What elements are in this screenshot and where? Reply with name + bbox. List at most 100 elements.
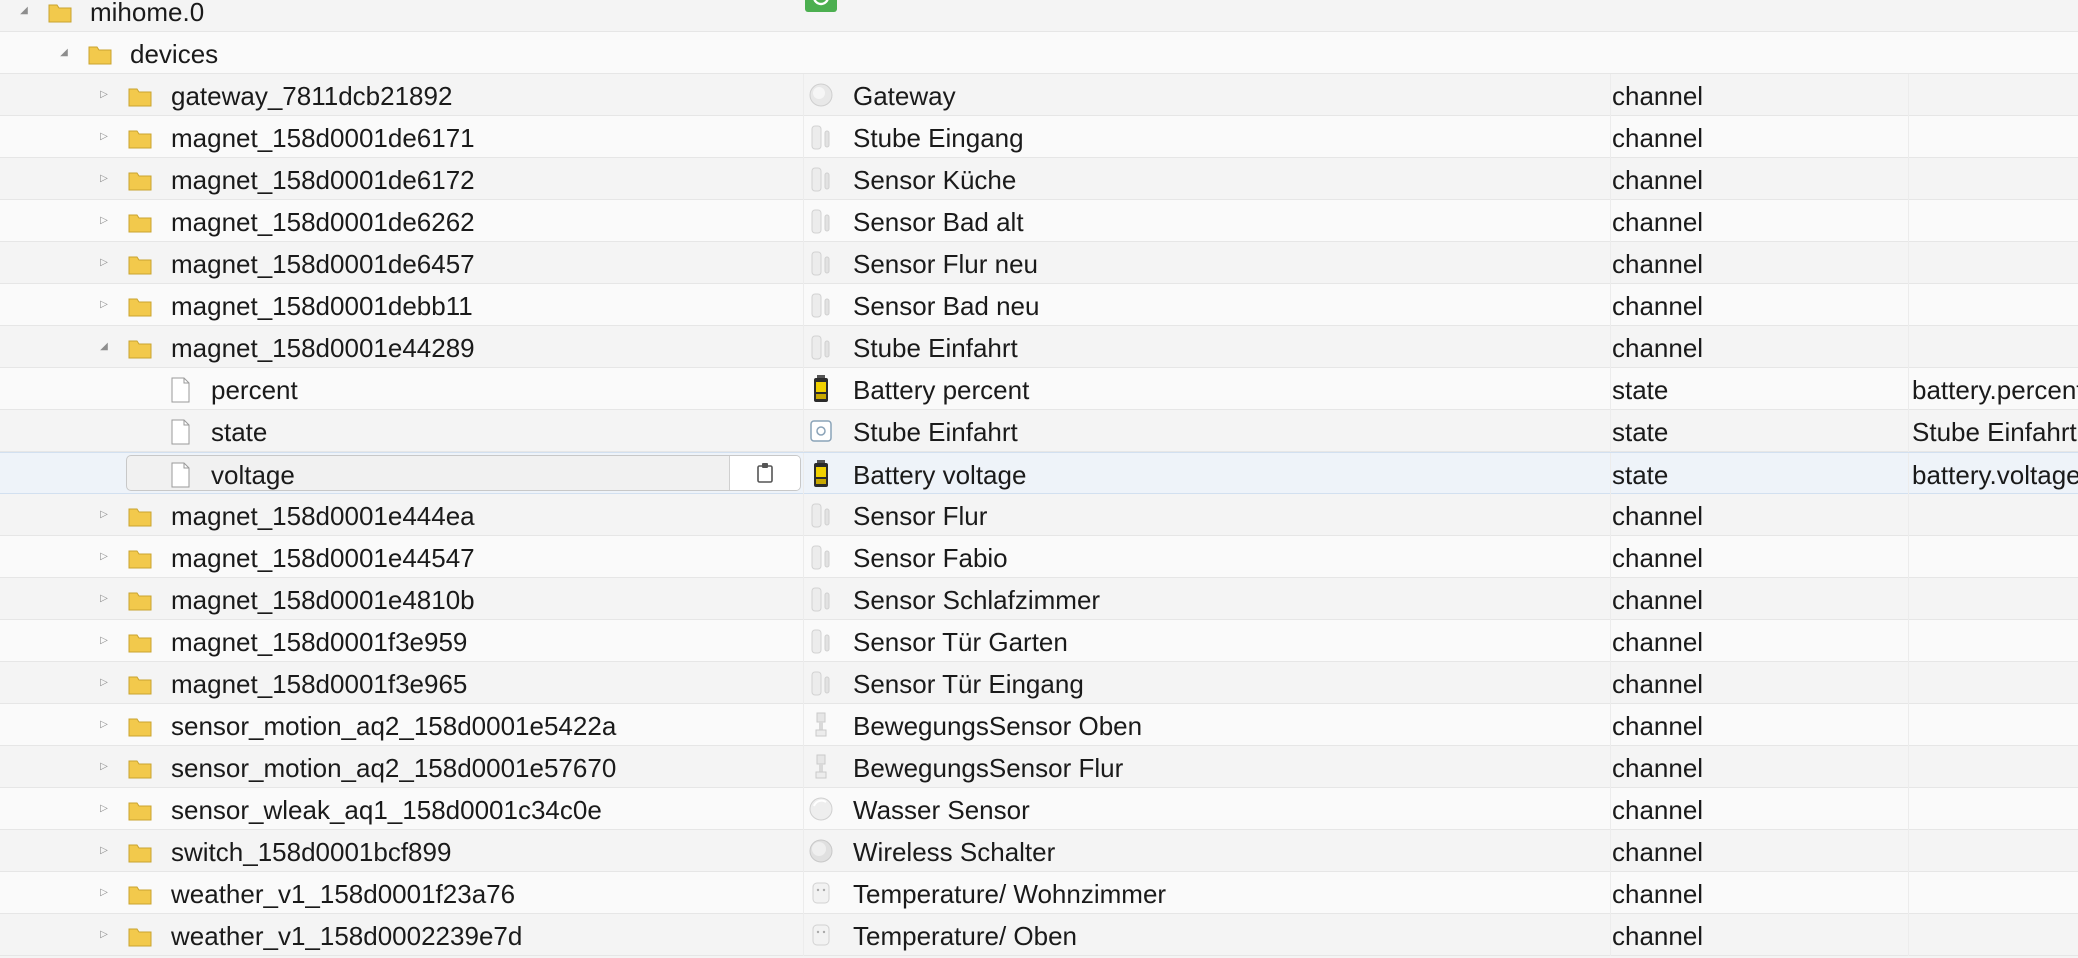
- tree-row[interactable]: ▷ weather_v1_158d0001f23a76 Temperature/ W…: [0, 872, 2078, 914]
- tree-row[interactable]: ▷ gateway_7811dcb21892 Gateway channel: [0, 74, 2078, 116]
- collapsed-triangle-icon[interactable]: ▷: [98, 131, 110, 143]
- name-cell: ▷ sensor_motion_aq2_158d0001e57670: [0, 746, 803, 788]
- name-cell: ▷ sensor_motion_aq2_158d0001e5422a: [0, 704, 803, 746]
- object-description: Gateway: [853, 81, 956, 111]
- collapsed-triangle-icon[interactable]: ▷: [98, 89, 110, 101]
- tree-row[interactable]: voltage Battery voltage state battery.volta…: [0, 452, 2078, 495]
- name-cell: ▷ gateway_7811dcb21892: [0, 74, 803, 116]
- refresh-button[interactable]: [805, 0, 837, 12]
- object-description: Sensor Bad alt: [853, 207, 1024, 237]
- tree-row[interactable]: ▷ magnet_158d0001e4810b Sensor Schlafzimme…: [0, 578, 2078, 620]
- object-type: state: [1612, 460, 1669, 490]
- collapsed-triangle-icon[interactable]: ▷: [98, 299, 110, 311]
- copy-button[interactable]: [729, 456, 800, 490]
- object-name: magnet_158d0001f3e959: [171, 627, 468, 657]
- object-name: switch_158d0001bcf899: [171, 837, 452, 867]
- door-sensor-icon: [811, 629, 830, 654]
- collapsed-triangle-icon[interactable]: ▷: [98, 845, 110, 857]
- collapsed-triangle-icon[interactable]: ▷: [98, 593, 110, 605]
- name-cell: ▷ weather_v1_158d0002239e7d: [0, 914, 803, 956]
- object-role: Stube Einfahrt: [1912, 417, 2077, 447]
- tree-row[interactable]: ▷ magnet_158d0001de6457 Sensor Flur neu cha…: [0, 242, 2078, 284]
- role-cell: [1908, 116, 2078, 158]
- tree-row[interactable]: ▷ magnet_158d0001e444ea Sensor Flur channel: [0, 494, 2078, 536]
- tree-row[interactable]: ▷ switch_158d0001bcf899 Wireless Schalter c…: [0, 830, 2078, 872]
- role-cell: [1908, 662, 2078, 704]
- object-description: Sensor Flur: [853, 501, 988, 531]
- name-cell: voltage: [0, 453, 803, 495]
- expanded-triangle-icon[interactable]: ◢: [98, 341, 110, 353]
- object-type: channel: [1612, 627, 1704, 657]
- tree-row-root[interactable]: ◢ mihome.0: [0, 0, 2078, 32]
- collapsed-triangle-icon[interactable]: ▷: [98, 677, 110, 689]
- role-cell: [1908, 704, 2078, 746]
- object-description: Sensor Flur neu: [853, 249, 1038, 279]
- window-state-icon: [810, 420, 832, 442]
- name-cell: ▷ magnet_158d0001e444ea: [0, 494, 803, 536]
- folder-icon: [48, 4, 72, 23]
- name-cell: ◢ magnet_158d0001e44289: [0, 326, 803, 368]
- expanded-triangle-icon[interactable]: ◢: [58, 47, 70, 59]
- object-description: BewegungsSensor Oben: [853, 711, 1143, 741]
- collapsed-triangle-icon[interactable]: ▷: [98, 803, 110, 815]
- expanded-triangle-icon[interactable]: ◢: [18, 5, 30, 17]
- tree-row[interactable]: ▷ sensor_wleak_aq1_158d0001c34c0e Wasser S…: [0, 788, 2078, 830]
- folder-icon: [128, 592, 152, 611]
- tree-row[interactable]: ▷ sensor_motion_aq2_158d0001e57670 Bewegun…: [0, 746, 2078, 788]
- role-cell: [1908, 200, 2078, 242]
- door-sensor-icon: [811, 293, 830, 318]
- role-cell: [1908, 74, 2078, 116]
- folder-icon: [88, 46, 112, 65]
- collapsed-triangle-icon[interactable]: ▷: [98, 761, 110, 773]
- object-name: magnet_158d0001de6171: [171, 123, 475, 153]
- object-name: weather_v1_158d0001f23a76: [171, 879, 516, 909]
- object-type: channel: [1612, 795, 1704, 825]
- collapsed-triangle-icon[interactable]: ▷: [98, 509, 110, 521]
- collapsed-triangle-icon[interactable]: ▷: [98, 887, 110, 899]
- collapsed-triangle-icon[interactable]: ▷: [98, 173, 110, 185]
- collapsed-triangle-icon[interactable]: ▷: [98, 635, 110, 647]
- collapsed-triangle-icon[interactable]: ▷: [98, 719, 110, 731]
- tree-row[interactable]: ▷ magnet_158d0001e44547 Sensor Fabio channe…: [0, 536, 2078, 578]
- devices-name: devices: [130, 39, 219, 69]
- role-cell: [1908, 872, 2078, 914]
- object-role: battery.voltage: [1912, 460, 2078, 490]
- tree-row[interactable]: ▷ sensor_motion_aq2_158d0001e5422a Bewegun…: [0, 704, 2078, 746]
- object-type: channel: [1612, 753, 1704, 783]
- folder-icon: [128, 298, 152, 317]
- door-sensor-icon: [811, 503, 830, 528]
- door-sensor-icon: [811, 545, 830, 570]
- tree-row[interactable]: ▷ magnet_158d0001f3e959 Sensor Tür Garten c…: [0, 620, 2078, 662]
- tree-row[interactable]: ▷ magnet_158d0001de6171 Stube Eingang chann…: [0, 116, 2078, 158]
- role-cell: [1908, 284, 2078, 326]
- collapsed-triangle-icon[interactable]: ▷: [98, 551, 110, 563]
- tree-row[interactable]: percent Battery percent state battery.perce…: [0, 368, 2078, 410]
- tree-row[interactable]: ▷ magnet_158d0001de6262 Sensor Bad alt chan…: [0, 200, 2078, 242]
- wireless-switch-icon: [809, 839, 833, 863]
- folder-icon: [128, 340, 152, 359]
- folder-icon: [128, 256, 152, 275]
- role-cell: [1908, 494, 2078, 536]
- tree-row-devices[interactable]: ◢ devices: [0, 32, 2078, 74]
- name-cell: percent: [0, 368, 803, 410]
- object-name: percent: [211, 375, 298, 405]
- tree-row[interactable]: ▷ magnet_158d0001de6172 Sensor Küche channe…: [0, 158, 2078, 200]
- object-type: channel: [1612, 249, 1704, 279]
- tree-row[interactable]: ▷ magnet_158d0001f3e965 Sensor Tür Eingang…: [0, 662, 2078, 704]
- object-type: state: [1612, 417, 1669, 447]
- collapsed-triangle-icon[interactable]: ▷: [98, 215, 110, 227]
- object-description: Temperature/ Oben: [853, 921, 1078, 951]
- tree-row[interactable]: ▷ magnet_158d0001debb11 Sensor Bad neu chan…: [0, 284, 2078, 326]
- collapsed-triangle-icon[interactable]: ▷: [98, 257, 110, 269]
- tree-row[interactable]: ◢ magnet_158d0001e44289 Stube Einfahrt chan…: [0, 326, 2078, 368]
- object-name: magnet_158d0001de6457: [171, 249, 475, 279]
- collapsed-triangle-icon[interactable]: ▷: [98, 929, 110, 941]
- tree-row[interactable]: ▷ weather_v1_158d0002239e7d Temperature/ O…: [0, 914, 2078, 956]
- water-sensor-icon: [809, 797, 833, 821]
- file-icon: [171, 462, 190, 488]
- object-description: Battery voltage: [853, 460, 1027, 490]
- tree-row[interactable]: state Stube Einfahrt state Stube Einfahrt: [0, 410, 2078, 452]
- file-icon: [171, 419, 190, 445]
- object-name: magnet_158d0001f3e965: [171, 669, 468, 699]
- name-cell: ▷ magnet_158d0001debb11: [0, 284, 803, 326]
